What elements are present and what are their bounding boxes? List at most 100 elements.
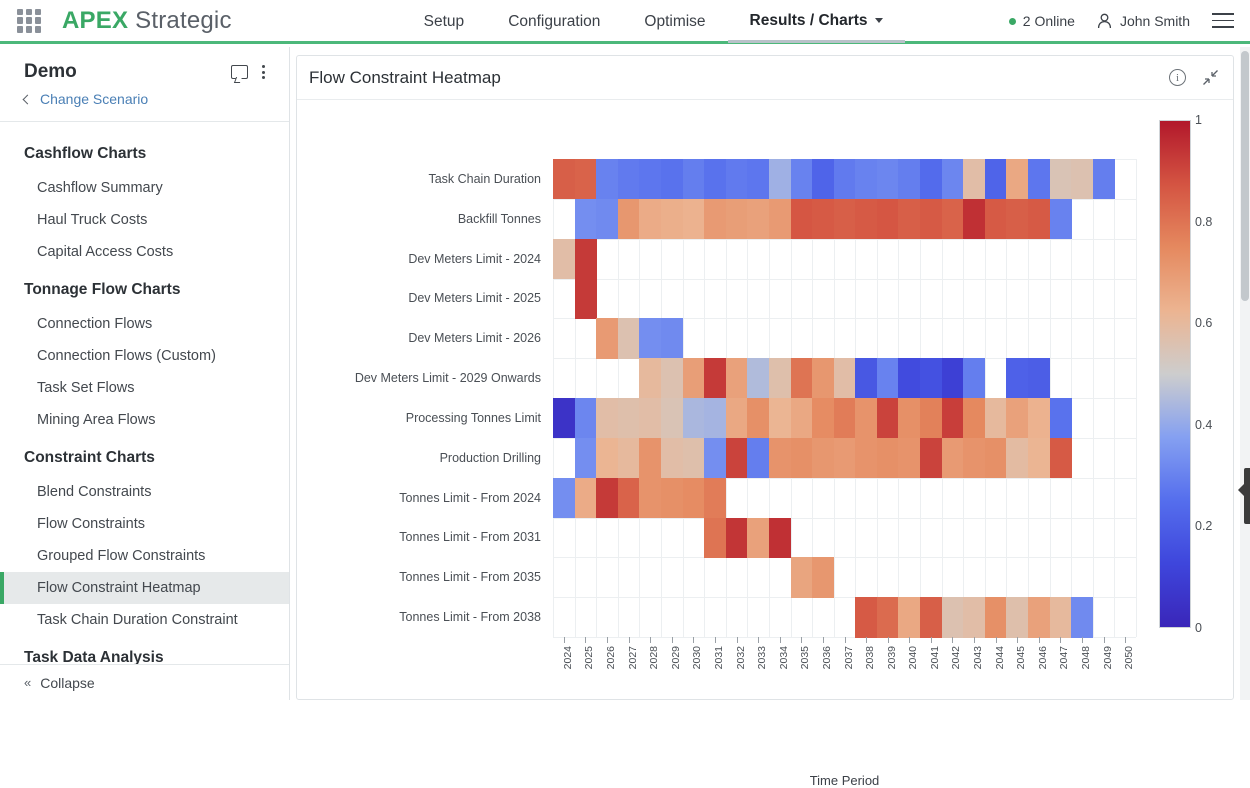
heatmap-cell[interactable] <box>747 437 770 479</box>
heatmap-cell[interactable] <box>876 398 900 439</box>
heatmap-cell[interactable] <box>941 437 964 479</box>
heatmap-cell[interactable] <box>682 159 705 200</box>
heatmap-cell[interactable] <box>920 398 943 439</box>
heatmap-cell[interactable] <box>1006 358 1029 399</box>
heatmap-cell[interactable] <box>574 477 597 519</box>
heatmap-cell[interactable] <box>617 477 640 519</box>
heatmap-cell[interactable] <box>1028 597 1051 638</box>
heatmap-cell[interactable] <box>790 159 813 200</box>
heatmap-cell[interactable] <box>920 159 943 200</box>
heatmap-cell[interactable] <box>1071 159 1094 200</box>
heatmap-cell[interactable] <box>833 159 856 200</box>
nav-item-setup[interactable]: Setup <box>402 2 487 43</box>
heatmap-cell[interactable] <box>920 597 943 638</box>
heatmap-cell[interactable] <box>790 557 813 598</box>
heatmap-cell[interactable] <box>963 437 986 479</box>
heatmap-cell[interactable] <box>1006 597 1029 638</box>
heatmap-cell[interactable] <box>1006 437 1029 479</box>
heatmap-cell[interactable] <box>1028 358 1051 399</box>
heatmap-cell[interactable] <box>768 159 792 200</box>
heatmap-cell[interactable] <box>553 477 576 519</box>
heatmap-cell[interactable] <box>855 358 878 399</box>
heatmap-cell[interactable] <box>941 198 964 240</box>
heatmap-cell[interactable] <box>660 477 684 519</box>
heatmap-cell[interactable] <box>812 159 835 200</box>
heatmap-cell[interactable] <box>768 398 792 439</box>
nav-item-optimise[interactable]: Optimise <box>622 2 727 43</box>
heatmap-cell[interactable] <box>596 437 619 479</box>
heatmap-cell[interactable] <box>1028 159 1051 200</box>
apps-grid-icon[interactable] <box>14 6 44 36</box>
heatmap-cell[interactable] <box>898 398 921 439</box>
heatmap-cell[interactable] <box>639 318 662 359</box>
heatmap-cell[interactable] <box>639 198 662 240</box>
heatmap-cell[interactable] <box>574 278 597 319</box>
heatmap-cell[interactable] <box>812 198 835 240</box>
heatmap-cell[interactable] <box>596 198 619 240</box>
heatmap-cell[interactable] <box>876 437 900 479</box>
sidebar-collapse-button[interactable]: « Collapse <box>0 664 289 700</box>
heatmap-cell[interactable] <box>920 358 943 399</box>
heatmap-cell[interactable] <box>1006 198 1029 240</box>
heatmap-cell[interactable] <box>704 477 727 519</box>
heatmap-cell[interactable] <box>898 159 921 200</box>
heatmap-cell[interactable] <box>1071 597 1094 638</box>
heatmap-cell[interactable] <box>1028 398 1051 439</box>
heatmap-cell[interactable] <box>704 358 727 399</box>
heatmap-cell[interactable] <box>876 198 900 240</box>
heatmap-cell[interactable] <box>704 159 727 200</box>
heatmap-cell[interactable] <box>855 398 878 439</box>
heatmap-cell[interactable] <box>704 398 727 439</box>
heatmap-cell[interactable] <box>574 398 597 439</box>
heatmap-cell[interactable] <box>920 198 943 240</box>
heatmap-cell[interactable] <box>596 398 619 439</box>
heatmap-cell[interactable] <box>660 358 684 399</box>
sidebar-item-task-chain-duration-constraint[interactable]: Task Chain Duration Constraint <box>0 604 289 636</box>
heatmap-cell[interactable] <box>963 159 986 200</box>
heatmap-cell[interactable] <box>898 437 921 479</box>
sidebar-item-connection-flows[interactable]: Connection Flows <box>0 308 289 340</box>
heatmap-cell[interactable] <box>855 597 878 638</box>
heatmap-cell[interactable] <box>553 398 576 439</box>
heatmap-cell[interactable] <box>1028 198 1051 240</box>
heatmap-cell[interactable] <box>833 437 856 479</box>
heatmap-cell[interactable] <box>747 398 770 439</box>
heatmap-cell[interactable] <box>855 437 878 479</box>
heatmap-cell[interactable] <box>984 198 1008 240</box>
heatmap-cell[interactable] <box>768 437 792 479</box>
heatmap-cell[interactable] <box>596 159 619 200</box>
heatmap-cell[interactable] <box>1049 398 1072 439</box>
sidebar-item-flow-constraint-heatmap[interactable]: Flow Constraint Heatmap <box>0 572 289 604</box>
heatmap-cell[interactable] <box>639 358 662 399</box>
heatmap-cell[interactable] <box>855 159 878 200</box>
heatmap-cell[interactable] <box>704 198 727 240</box>
heatmap-cell[interactable] <box>790 437 813 479</box>
heatmap-cell[interactable] <box>1028 437 1051 479</box>
heatmap-cell[interactable] <box>747 358 770 399</box>
heatmap-cell[interactable] <box>574 198 597 240</box>
heatmap-cell[interactable] <box>876 358 900 399</box>
collapse-diagonal-icon[interactable] <box>1202 69 1219 86</box>
heatmap-cell[interactable] <box>639 477 662 519</box>
heatmap-cell[interactable] <box>963 358 986 399</box>
heatmap-cell[interactable] <box>704 437 727 479</box>
heatmap-cell[interactable] <box>725 159 748 200</box>
heatmap-cell[interactable] <box>941 597 964 638</box>
hamburger-icon[interactable] <box>1212 13 1234 28</box>
heatmap-cell[interactable] <box>984 159 1008 200</box>
heatmap-cell[interactable] <box>682 198 705 240</box>
heatmap-cell[interactable] <box>833 398 856 439</box>
sidebar-item-haul-truck-costs[interactable]: Haul Truck Costs <box>0 204 289 236</box>
heatmap-cell[interactable] <box>747 198 770 240</box>
heatmap-cell[interactable] <box>963 597 986 638</box>
heatmap-cell[interactable] <box>704 517 727 558</box>
user-menu[interactable]: John Smith <box>1097 13 1190 29</box>
heatmap-cell[interactable] <box>725 358 748 399</box>
heatmap-cell[interactable] <box>812 437 835 479</box>
heatmap-cell[interactable] <box>790 398 813 439</box>
sidebar-item-mining-area-flows[interactable]: Mining Area Flows <box>0 404 289 436</box>
heatmap-cell[interactable] <box>963 398 986 439</box>
heatmap-cell[interactable] <box>574 159 597 200</box>
heatmap-cell[interactable] <box>725 198 748 240</box>
heatmap-cell[interactable] <box>617 437 640 479</box>
